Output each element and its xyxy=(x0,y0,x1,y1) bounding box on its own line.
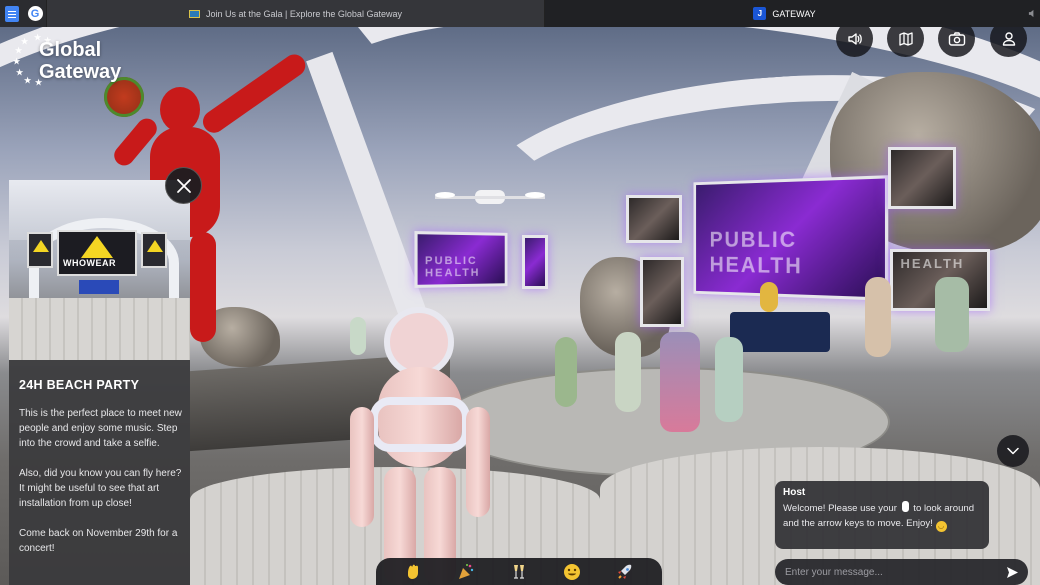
avatar-npc xyxy=(760,282,778,312)
tab-gala-title: Join Us at the Gala | Explore the Global… xyxy=(206,8,402,19)
host-message: Host Welcome! Please use your to look ar… xyxy=(775,481,989,549)
avatar-npc xyxy=(715,337,743,422)
stage-dark xyxy=(730,312,830,352)
eu-flag-icon xyxy=(189,9,201,18)
avatar-npc xyxy=(615,332,641,412)
avatar-npc xyxy=(660,332,700,432)
champagne-button[interactable] xyxy=(506,561,532,583)
screen-main-text: PUBLIC HEALTH xyxy=(709,226,803,279)
info-panel-image: WHOWEAR xyxy=(9,180,190,360)
party-popper-icon xyxy=(458,563,473,579)
video-screen-left-low xyxy=(640,257,684,327)
tab-gateway[interactable]: J GATEWAY xyxy=(545,0,1024,27)
app-root: G Join Us at the Gala | Explore the Glob… xyxy=(0,0,1040,585)
docs-icon xyxy=(5,5,19,22)
tab-gateway-title: GATEWAY xyxy=(772,8,816,19)
video-screen-mini xyxy=(522,235,548,289)
champagne-glasses-icon xyxy=(513,564,524,579)
tab-gala[interactable]: Join Us at the Gala | Explore the Global… xyxy=(46,0,545,27)
info-panel: WHOWEAR 24H BEACH PARTY This is the perf… xyxy=(9,180,190,585)
logo-line-1: Global xyxy=(39,39,102,61)
chevron-down-icon xyxy=(1007,447,1019,455)
screen-right-text: HEALTH xyxy=(900,256,965,272)
avatar-npc xyxy=(865,277,891,357)
speaker-icon xyxy=(847,32,862,45)
info-panel-body: This is the perfect place to meet new pe… xyxy=(19,406,187,571)
tab-audio-icon[interactable] xyxy=(1024,0,1040,27)
video-screen-top xyxy=(888,147,956,209)
info-paragraph-3: Come back on November 29th for a concert… xyxy=(19,528,178,554)
host-message-text: Welcome! Please use your to look around … xyxy=(783,501,981,532)
video-screen-left xyxy=(626,195,682,243)
avatar-npc xyxy=(555,337,577,407)
emoji-reaction-bar xyxy=(376,558,662,585)
google-icon: G xyxy=(27,6,43,21)
chat-message-input[interactable] xyxy=(785,566,1004,578)
gateway-favicon-icon: J xyxy=(753,7,767,20)
send-icon xyxy=(1006,566,1018,578)
collapse-chat-button[interactable] xyxy=(997,435,1029,467)
send-button[interactable] xyxy=(1004,564,1020,580)
screen-small-text: PUBLIC HEALTH xyxy=(424,254,481,280)
logo-text: Global Gateway xyxy=(39,39,121,83)
browser-tab-bar: G Join Us at the Gala | Explore the Glob… xyxy=(0,0,1040,27)
global-gateway-logo[interactable]: ★ ★ ★ ★ ★ ★ ★ ★ Global Gateway xyxy=(12,34,142,87)
player-avatar xyxy=(350,307,490,585)
info-paragraph-2: Also, did you know you can fly here? It … xyxy=(19,468,182,509)
video-screen-main: PUBLIC HEALTH xyxy=(693,175,889,301)
smiley-emoji-icon: ◡ xyxy=(935,521,947,532)
waving-hand-button[interactable] xyxy=(400,561,426,583)
camera-icon xyxy=(948,31,965,46)
chat-input-bar xyxy=(775,559,1028,585)
close-icon xyxy=(176,178,191,193)
video-screen-small: PUBLIC HEALTH xyxy=(414,231,508,288)
google-app-button[interactable]: G xyxy=(24,0,46,27)
info-paragraph-1: This is the perfect place to meet new pe… xyxy=(19,408,182,449)
docs-app-button[interactable] xyxy=(0,0,24,27)
host-message-part-1: Welcome! Please use your xyxy=(783,503,897,514)
host-name: Host xyxy=(783,487,806,498)
smiley-icon xyxy=(564,563,581,580)
logo-line-2: Gateway xyxy=(39,61,122,83)
info-panel-title: 24H BEACH PARTY xyxy=(19,378,140,392)
user-icon xyxy=(1002,31,1015,46)
avatar-npc xyxy=(935,277,969,352)
rocket-button[interactable] xyxy=(612,561,638,583)
map-icon xyxy=(898,31,913,46)
drone xyxy=(435,182,545,212)
image-sign-text: WHOWEAR xyxy=(63,258,116,268)
mouse-icon xyxy=(901,501,909,512)
party-popper-button[interactable] xyxy=(453,561,479,583)
rocket-icon xyxy=(618,564,632,579)
smiley-button[interactable] xyxy=(559,561,585,583)
close-panel-button[interactable] xyxy=(165,167,202,204)
waving-hand-icon xyxy=(407,564,418,579)
